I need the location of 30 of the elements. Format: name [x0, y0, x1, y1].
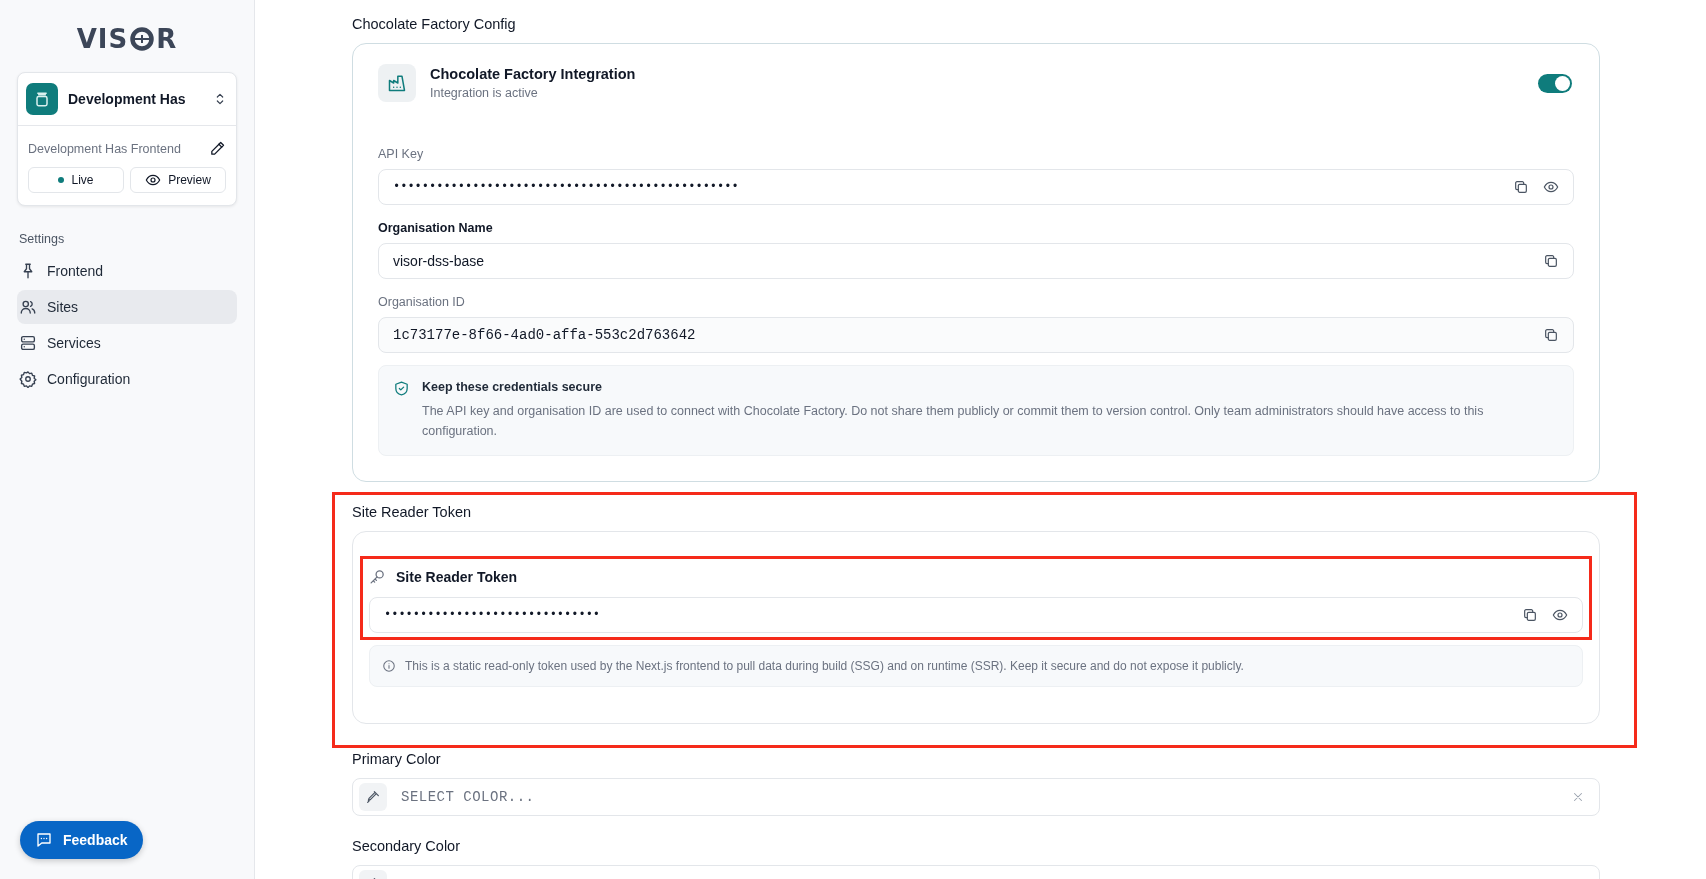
nav-item[interactable]: Sites [17, 290, 237, 324]
nav-item[interactable]: Configuration [17, 362, 237, 396]
color-field[interactable]: SELECT COLOR... [352, 778, 1600, 816]
mode-button[interactable]: Live [28, 167, 124, 193]
logo-text: VIS [76, 24, 129, 54]
section-title: Primary Color [352, 751, 441, 767]
field-label: Organisation Name [378, 221, 493, 235]
integration-title: Chocolate Factory Integration [430, 66, 636, 82]
input-field[interactable]: 1c73177e-8f66-4ad0-affa-553c2d763642 [378, 317, 1574, 353]
section-title: Secondary Color [352, 838, 460, 854]
notice-title: Keep these credentials secure [422, 380, 603, 394]
input-field[interactable]: •••••••••••••••••••••••••••••••••••••••••••••••• [378, 169, 1574, 205]
nav-item[interactable]: Frontend [17, 254, 237, 288]
section-title: Site Reader Token [352, 504, 472, 520]
token-title: Site Reader Token [396, 568, 518, 585]
project-switcher[interactable]: Development Has [18, 73, 236, 126]
section-heading: Settings [19, 232, 66, 246]
field-label: Organisation ID [378, 295, 465, 309]
integration-status: Integration is active [430, 86, 539, 100]
input-field[interactable]: •••••••••••••••••••••••••••••• [369, 597, 1583, 633]
note-text: This is a static read-only token used by the Next.js frontend to pull data during build (SSG) and on runtime (SSR). Keep it secure and do not expose it publicly. [405, 659, 1244, 673]
project-subtitle: Development Has Frontend [28, 141, 181, 156]
notice-text: The API key and organisation ID are used to connect with Chocolate Factory. Do not share them publicly or commit them to version control. Only team administrators should have access to this configuration. [422, 403, 1485, 440]
nav-item[interactable]: Services [17, 326, 237, 360]
logo-text: R [156, 24, 178, 54]
feedback-button[interactable]: Feedback [20, 821, 143, 859]
section-title: Chocolate Factory Config [352, 16, 516, 32]
field-label: API Key [378, 147, 424, 161]
input-field[interactable]: visor-dss-base [378, 243, 1574, 279]
mode-button[interactable]: Preview [130, 167, 226, 193]
